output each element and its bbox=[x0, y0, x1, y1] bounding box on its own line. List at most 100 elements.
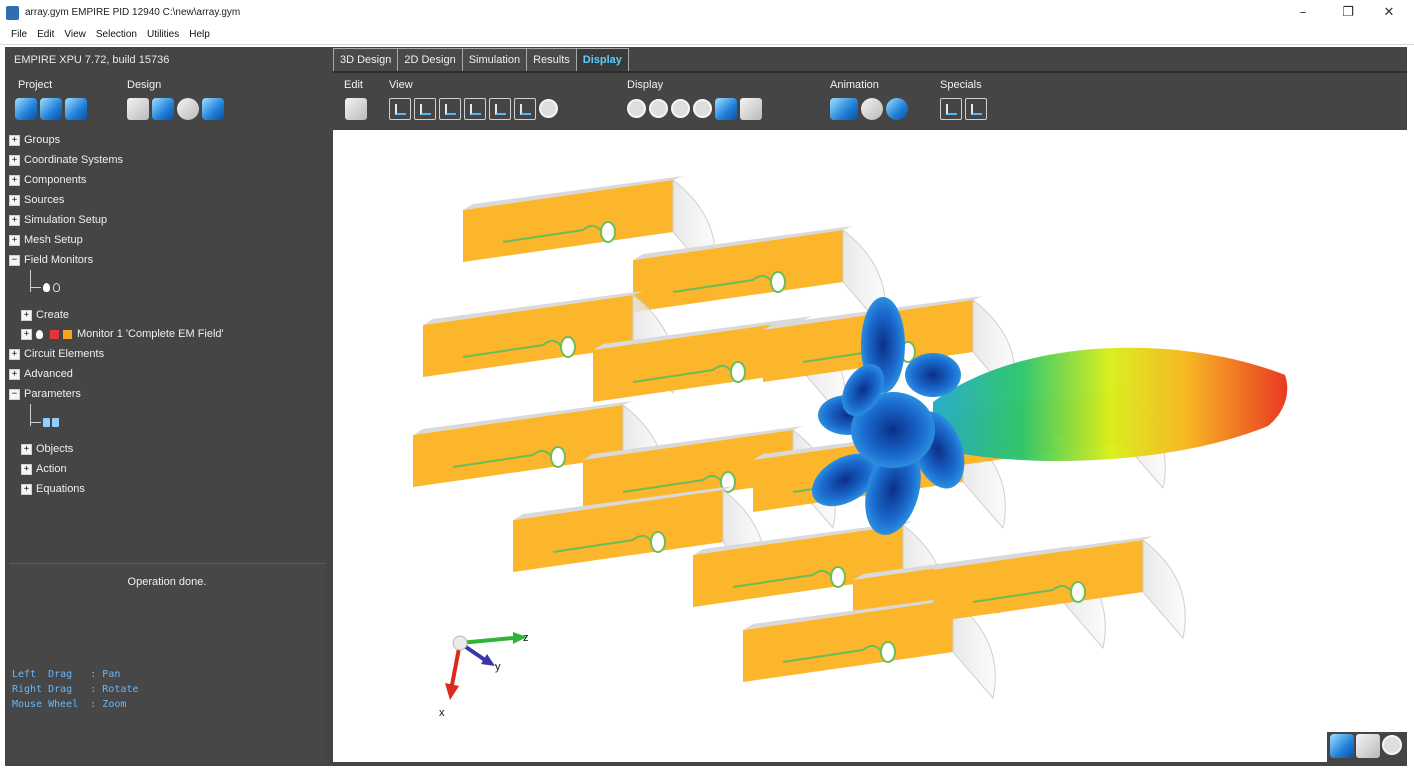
save-icon[interactable] bbox=[40, 98, 62, 120]
expand-icon[interactable]: + bbox=[9, 154, 20, 166]
play-icon[interactable] bbox=[886, 98, 908, 120]
zoom-view-icon[interactable] bbox=[539, 99, 558, 118]
expand-icon[interactable]: + bbox=[21, 463, 32, 475]
collapse-icon[interactable]: − bbox=[9, 388, 20, 400]
lock-icon[interactable] bbox=[43, 417, 50, 427]
expand-icon[interactable]: + bbox=[9, 214, 20, 226]
tree-item-label: Monitor 1 'Complete EM Field' bbox=[77, 328, 224, 340]
collapse-icon[interactable]: − bbox=[9, 254, 20, 266]
minimize-button[interactable]: – bbox=[1290, 3, 1316, 23]
tree-line bbox=[30, 422, 41, 423]
tab-simulation[interactable]: Simulation bbox=[461, 48, 528, 71]
expand-icon[interactable]: + bbox=[9, 368, 20, 380]
render-icon[interactable] bbox=[715, 98, 737, 120]
tab-2d-design[interactable]: 2D Design bbox=[397, 48, 463, 71]
hide-icon[interactable] bbox=[50, 329, 59, 339]
menu-help[interactable]: Help bbox=[184, 26, 215, 44]
rotate-view-icon[interactable] bbox=[1356, 734, 1380, 758]
toolbar-group-design: Design bbox=[127, 79, 162, 91]
export-icon[interactable] bbox=[202, 98, 224, 120]
tree-item-label: Components bbox=[24, 174, 87, 186]
tree-item-components[interactable]: + Components bbox=[9, 171, 86, 189]
zoom-out-icon[interactable] bbox=[671, 99, 690, 118]
expand-icon[interactable]: + bbox=[9, 194, 20, 206]
tree-item-mesh-setup[interactable]: + Mesh Setup bbox=[9, 231, 83, 249]
tree-item-circuit-elements[interactable]: + Circuit Elements bbox=[9, 345, 104, 363]
select-icon[interactable] bbox=[345, 98, 367, 120]
status-message: Operation done. bbox=[127, 576, 207, 588]
design-toolbar bbox=[127, 98, 227, 126]
cut-plane-icon[interactable] bbox=[940, 98, 962, 120]
stop-icon[interactable] bbox=[861, 98, 883, 120]
folder-icon[interactable] bbox=[52, 417, 59, 427]
tree-item-label: Mesh Setup bbox=[24, 234, 83, 246]
cube-icon[interactable] bbox=[127, 98, 149, 120]
view-xz-icon[interactable] bbox=[439, 98, 461, 120]
animate-icon[interactable] bbox=[830, 98, 858, 120]
probe-icon[interactable] bbox=[965, 98, 987, 120]
fit-icon[interactable] bbox=[1330, 734, 1354, 758]
tree-item-field-monitors[interactable]: − Field Monitors bbox=[9, 251, 93, 269]
close-button[interactable]: ✕ bbox=[1376, 3, 1402, 23]
expand-icon[interactable]: + bbox=[9, 174, 20, 186]
axis-label-x: x bbox=[439, 707, 445, 719]
toolbar-group-specials: Specials bbox=[940, 79, 982, 91]
tree-item-objects[interactable]: + Objects bbox=[21, 440, 73, 458]
tab-results[interactable]: Results bbox=[526, 48, 577, 71]
tree-item-label: Advanced bbox=[24, 368, 73, 380]
open-icon[interactable] bbox=[15, 98, 37, 120]
view-axis-1-icon[interactable] bbox=[464, 98, 486, 120]
restore-button[interactable]: ❐ bbox=[1335, 3, 1361, 23]
menu-bar: File Edit View Selection Utilities Help bbox=[0, 26, 1414, 45]
tree-item-parameters[interactable]: − Parameters bbox=[9, 385, 81, 403]
lightbulb-off-icon[interactable] bbox=[53, 282, 60, 292]
gear-icon[interactable] bbox=[177, 98, 199, 120]
expand-icon[interactable]: + bbox=[9, 234, 20, 246]
tab-3d-design[interactable]: 3D Design bbox=[333, 48, 399, 71]
view-axis-2-icon[interactable] bbox=[489, 98, 511, 120]
view-xy-icon[interactable] bbox=[389, 98, 411, 120]
expand-icon[interactable]: + bbox=[21, 443, 32, 455]
expand-icon[interactable]: + bbox=[9, 348, 20, 360]
toolbar-group-project: Project bbox=[18, 79, 53, 91]
zoom-fit-icon[interactable] bbox=[693, 99, 712, 118]
expand-icon[interactable]: + bbox=[21, 328, 32, 340]
import-icon[interactable] bbox=[65, 98, 87, 120]
view-axis-3-icon[interactable] bbox=[514, 98, 536, 120]
monitor-color-icon[interactable] bbox=[63, 329, 72, 339]
lightbulb-on-icon[interactable] bbox=[43, 282, 50, 292]
tree-item-label: Action bbox=[36, 463, 67, 475]
app-icon bbox=[6, 6, 19, 20]
3d-viewport[interactable]: z y x bbox=[333, 130, 1407, 762]
tree-item-action[interactable]: + Action bbox=[21, 460, 67, 478]
tree-item-simulation-setup[interactable]: + Simulation Setup bbox=[9, 211, 107, 229]
tree-item-monitor-1[interactable]: + Monitor 1 'Complete EM Field' bbox=[21, 325, 224, 343]
field-display-icon[interactable] bbox=[740, 98, 762, 120]
tree-item-create[interactable]: + Create bbox=[21, 306, 69, 324]
tree-item-advanced[interactable]: + Advanced bbox=[9, 365, 73, 383]
tree-item-label: Groups bbox=[24, 134, 61, 146]
menu-file[interactable]: File bbox=[0, 26, 32, 44]
zoom-icon[interactable] bbox=[1382, 735, 1402, 755]
view-yz-icon[interactable] bbox=[414, 98, 436, 120]
expand-icon[interactable]: + bbox=[21, 309, 32, 321]
rotate-icon[interactable] bbox=[627, 99, 646, 118]
menu-selection[interactable]: Selection bbox=[91, 26, 142, 44]
mouse-help-text: Left Drag : Pan Right Drag : Rotate Mous… bbox=[12, 669, 139, 710]
menu-view[interactable]: View bbox=[59, 26, 91, 44]
menu-utilities[interactable]: Utilities bbox=[142, 26, 184, 44]
bar-chart-icon[interactable] bbox=[152, 98, 174, 120]
tab-display[interactable]: Display bbox=[575, 48, 629, 71]
view-toolbar bbox=[389, 98, 561, 126]
menu-edit[interactable]: Edit bbox=[32, 26, 59, 44]
lightbulb-on-icon[interactable] bbox=[36, 329, 43, 339]
view-controls bbox=[1327, 732, 1407, 762]
zoom-in-icon[interactable] bbox=[649, 99, 668, 118]
tree-item-groups[interactable]: + Groups bbox=[9, 131, 60, 149]
tree-item-coordinate-systems[interactable]: + Coordinate Systems bbox=[9, 151, 123, 169]
field-monitor-visibility bbox=[43, 278, 63, 296]
tree-item-sources[interactable]: + Sources bbox=[9, 191, 64, 209]
tree-item-equations[interactable]: + Equations bbox=[21, 480, 85, 498]
expand-icon[interactable]: + bbox=[9, 134, 20, 146]
expand-icon[interactable]: + bbox=[21, 483, 32, 495]
